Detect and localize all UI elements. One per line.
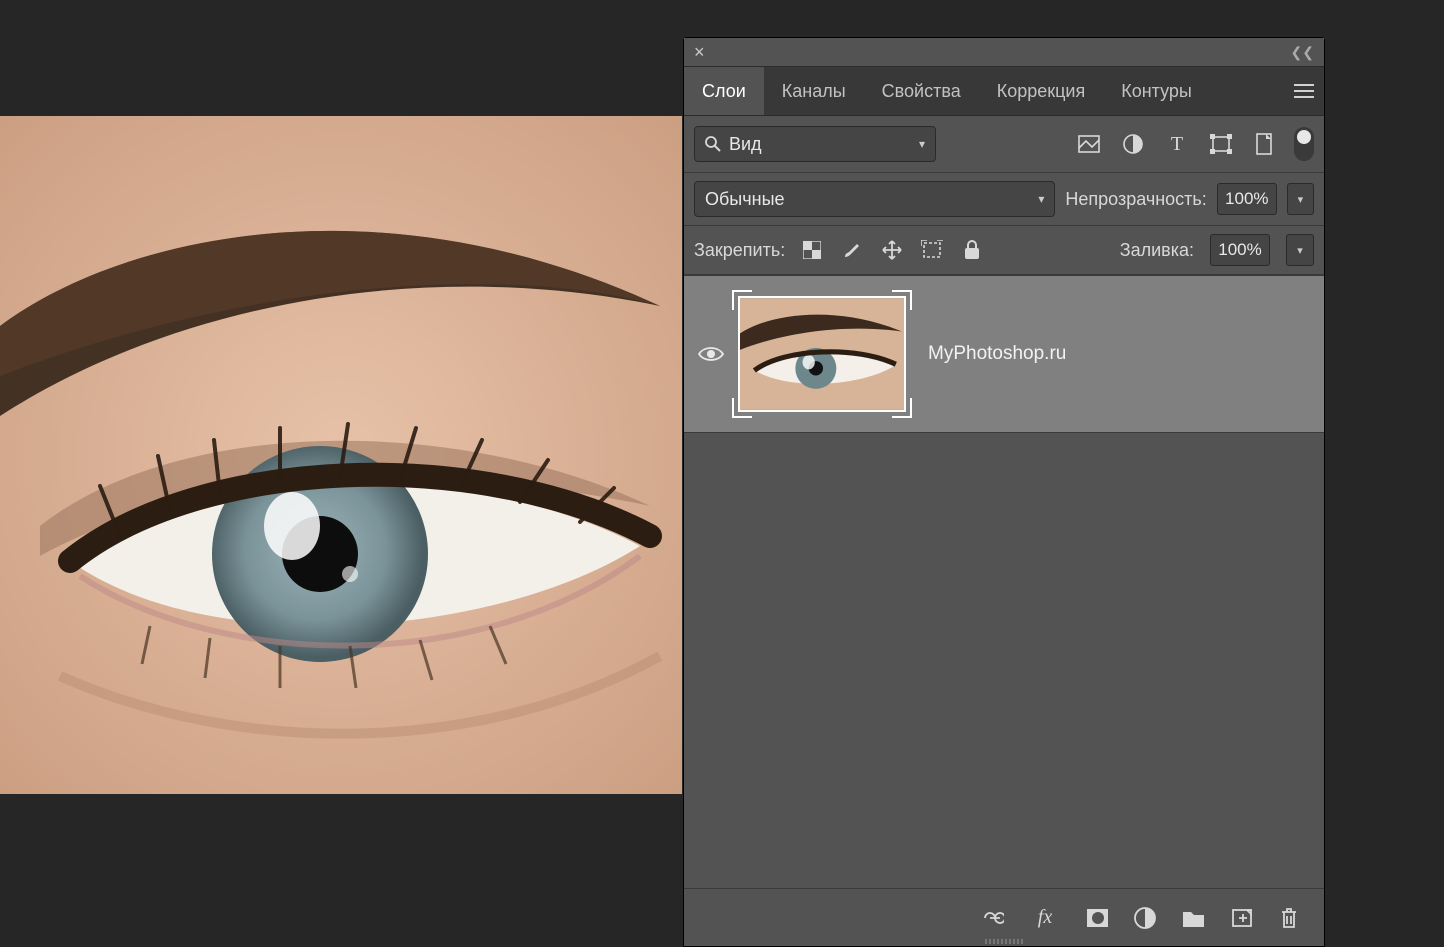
canvas-area[interactable] xyxy=(0,116,682,794)
lock-all-icon[interactable] xyxy=(961,239,983,261)
lock-brush-icon[interactable] xyxy=(841,239,863,261)
chevron-down-icon: ▾ xyxy=(919,137,925,151)
fill-value[interactable]: 100% xyxy=(1210,234,1270,266)
svg-text:T: T xyxy=(1171,134,1183,154)
link-layers-icon[interactable] xyxy=(982,907,1004,929)
filter-type-dropdown[interactable]: Вид ▾ xyxy=(694,126,936,162)
blend-row: Обычные ▾ Непрозрачность: 100% ▾ xyxy=(684,173,1324,226)
panel-menu-icon[interactable] xyxy=(1284,67,1324,115)
fill-label[interactable]: Заливка: xyxy=(1120,240,1194,261)
blend-mode-value: Обычные xyxy=(705,189,785,210)
tab-channels[interactable]: Каналы xyxy=(764,67,864,115)
tab-layers[interactable]: Слои xyxy=(684,67,764,115)
tab-paths[interactable]: Контуры xyxy=(1103,67,1210,115)
opacity-label[interactable]: Непрозрачность: xyxy=(1065,189,1206,210)
layers-list: MyPhotoshop.ru xyxy=(684,275,1324,433)
lock-row: Закрепить: Заливка: 100% ▾ xyxy=(684,226,1324,275)
close-icon[interactable]: × xyxy=(684,42,715,63)
new-group-icon[interactable] xyxy=(1182,907,1204,929)
lock-artboard-icon[interactable] xyxy=(921,239,943,261)
tab-adjustments[interactable]: Коррекция xyxy=(979,67,1104,115)
lock-pixels-icon[interactable] xyxy=(801,239,823,261)
layers-panel: × ❮❮ Слои Каналы Свойства Коррекция Конт… xyxy=(683,37,1325,947)
new-layer-icon[interactable] xyxy=(1230,907,1252,929)
panel-titlebar[interactable]: × ❮❮ xyxy=(684,38,1324,67)
search-icon xyxy=(705,136,721,152)
filter-shape-icon[interactable] xyxy=(1210,133,1232,155)
eye-photo xyxy=(0,116,682,794)
lock-position-icon[interactable] xyxy=(881,239,903,261)
fill-dropdown-button[interactable]: ▾ xyxy=(1286,234,1314,266)
new-adjustment-icon[interactable] xyxy=(1134,907,1156,929)
filter-toggle[interactable] xyxy=(1294,127,1314,161)
delete-layer-icon[interactable] xyxy=(1278,907,1300,929)
lock-label: Закрепить: xyxy=(694,240,785,261)
blend-mode-dropdown[interactable]: Обычные ▾ xyxy=(694,181,1055,217)
opacity-dropdown-button[interactable]: ▾ xyxy=(1287,183,1314,215)
filter-row: Вид ▾ T xyxy=(684,116,1324,173)
filter-pixel-icon[interactable] xyxy=(1078,133,1100,155)
filter-adjustment-icon[interactable] xyxy=(1122,133,1144,155)
filter-text-icon[interactable]: T xyxy=(1166,133,1188,155)
layer-thumbnail[interactable] xyxy=(738,296,906,412)
opacity-value[interactable]: 100% xyxy=(1217,183,1277,215)
layer-name[interactable]: MyPhotoshop.ru xyxy=(928,343,1066,365)
chevron-down-icon: ▾ xyxy=(1038,192,1044,206)
filter-type-label: Вид xyxy=(729,134,762,155)
collapse-icon[interactable]: ❮❮ xyxy=(1281,44,1324,61)
panel-tabs: Слои Каналы Свойства Коррекция Контуры xyxy=(684,67,1324,116)
eye-icon xyxy=(698,345,724,363)
panel-footer: fx xyxy=(684,888,1324,946)
tab-properties[interactable]: Свойства xyxy=(864,67,979,115)
filter-smartobject-icon[interactable] xyxy=(1254,133,1276,155)
layer-row[interactable]: MyPhotoshop.ru xyxy=(684,275,1324,433)
layer-fx-icon[interactable]: fx xyxy=(1030,907,1060,929)
add-mask-icon[interactable] xyxy=(1086,907,1108,929)
layer-visibility-toggle[interactable] xyxy=(684,345,738,363)
